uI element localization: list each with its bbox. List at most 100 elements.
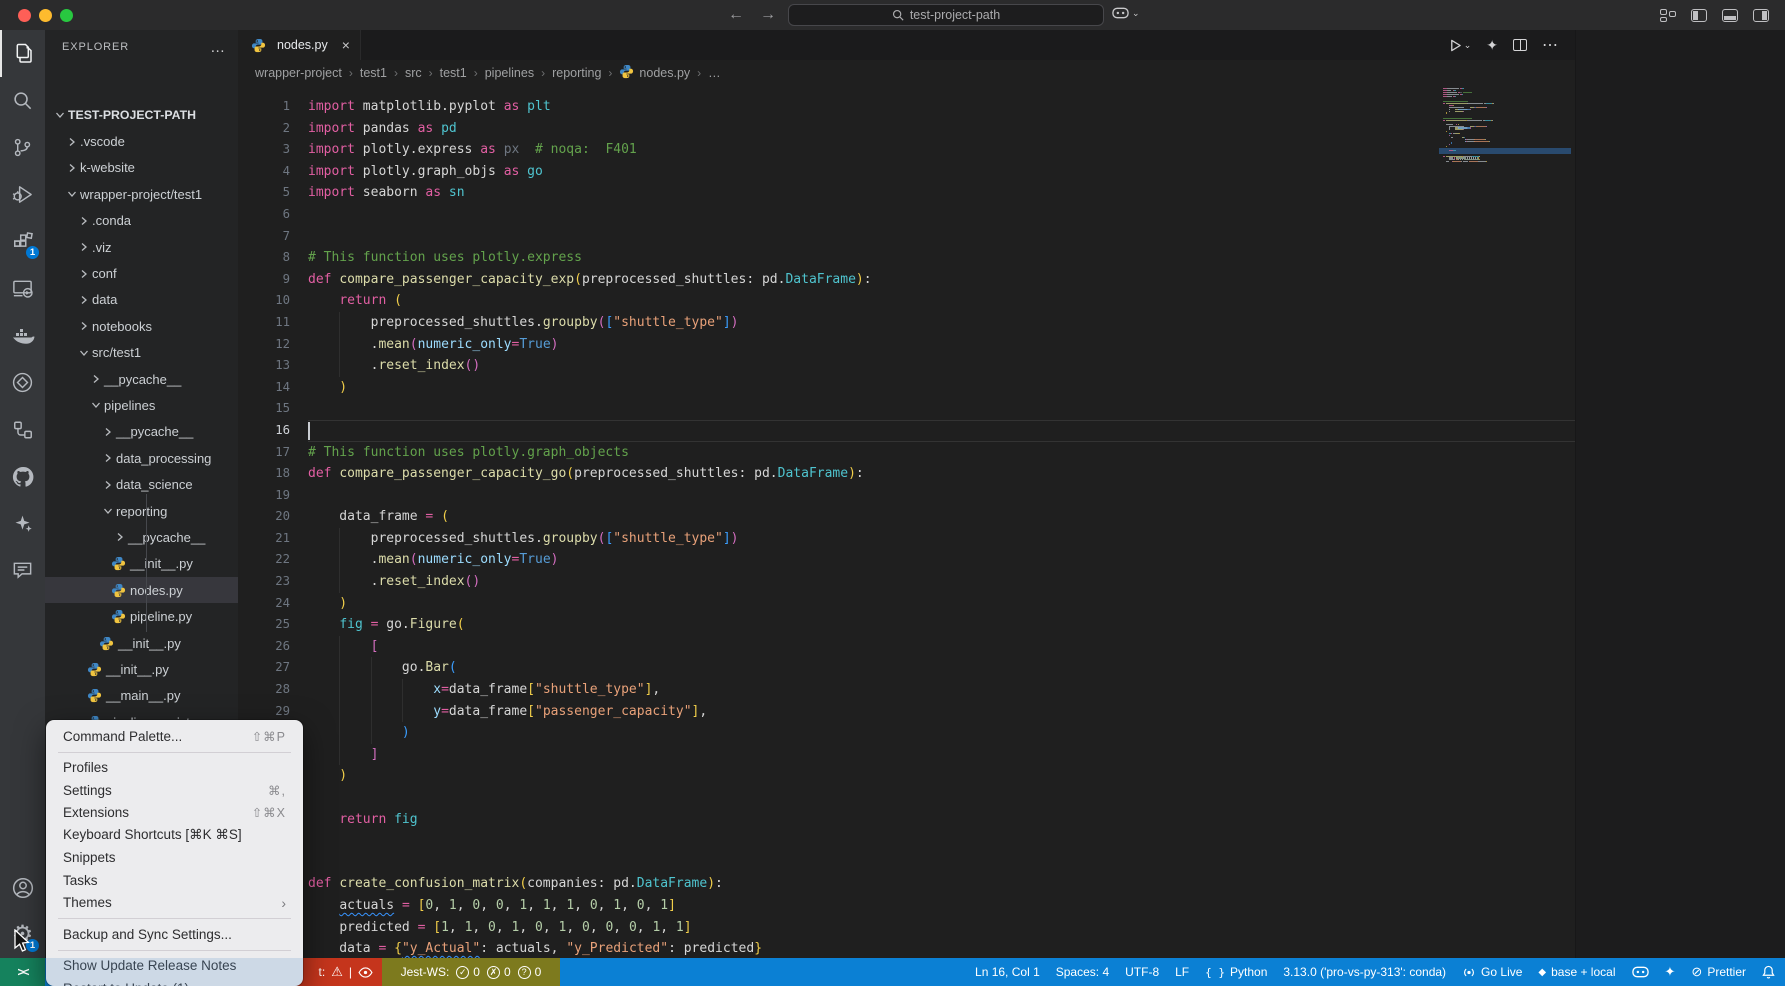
menu-item-restart-to-update-1-[interactable]: Restart to Update (1) [46, 977, 303, 986]
status-notifications[interactable] [1762, 965, 1775, 979]
navigate-back-button[interactable]: ← [728, 6, 744, 24]
activity-docker[interactable] [0, 312, 45, 359]
customize-layout-button[interactable] [1660, 9, 1676, 22]
breadcrumb-item[interactable]: test1 [440, 66, 467, 80]
remote-indicator[interactable]: >< [0, 958, 45, 986]
tree-item-data-processing[interactable]: data_processing [45, 445, 238, 471]
explorer-more-actions-button[interactable]: … [210, 39, 226, 56]
tree-item--vscode[interactable]: .vscode [45, 128, 238, 154]
split-editor-button[interactable] [1513, 39, 1527, 51]
menu-item-extensions[interactable]: Extensions⇧⌘X [46, 802, 303, 825]
breadcrumb-item[interactable]: pipelines [485, 66, 534, 80]
code-editor[interactable]: 1import matplotlib.pyplot as plt2import … [238, 86, 1575, 958]
menu-item-tasks[interactable]: Tasks [46, 869, 303, 892]
status-indentation[interactable]: Spaces: 4 [1056, 965, 1109, 979]
close-window-button[interactable] [18, 9, 31, 22]
status-eol[interactable]: LF [1175, 965, 1189, 979]
breadcrumb-item[interactable]: test1 [360, 66, 387, 80]
activity-run-debug[interactable] [0, 171, 45, 218]
tree-item-nodes-py[interactable]: nodes.py [45, 577, 238, 603]
activity-settings[interactable]: ⚙1 [0, 911, 45, 958]
jest-status-item[interactable]: Jest-WS: ✓0✗0?0 [382, 958, 560, 986]
status-prettier[interactable]: ⊘Prettier [1691, 964, 1746, 980]
tree-item--pycache-[interactable]: __pycache__ [45, 419, 238, 445]
tree-item-pipeline-py[interactable]: pipeline.py [45, 603, 238, 629]
menu-item-keyboard-shortcuts-k-s-[interactable]: Keyboard Shortcuts [⌘K ⌘S] [46, 824, 303, 847]
code-token: , [566, 920, 582, 935]
status-cursor-position[interactable]: Ln 16, Col 1 [975, 965, 1040, 979]
tab-bar: nodes.py × ⌄ ✦ ⋯ [238, 30, 1575, 60]
menu-item-snippets[interactable]: Snippets [46, 847, 303, 870]
activity-extensions[interactable]: 1 [0, 218, 45, 265]
close-tab-icon[interactable]: × [342, 37, 350, 53]
breadcrumb-item[interactable]: src [405, 66, 422, 80]
activity-sparkle[interactable] [0, 500, 45, 547]
tree-item-notebooks[interactable]: notebooks [45, 313, 238, 339]
navigate-forward-button[interactable]: → [760, 6, 776, 24]
breadcrumb-item[interactable]: nodes.py [619, 64, 690, 82]
tree-item-test-project-path[interactable]: TEST-PROJECT-PATH [45, 102, 238, 128]
activity-source-control[interactable] [0, 124, 45, 171]
tree-item--pycache-[interactable]: __pycache__ [45, 366, 238, 392]
tree-item-conf[interactable]: conf [45, 260, 238, 286]
status-sparkle[interactable]: ✦ [1665, 964, 1676, 980]
zoom-window-button[interactable] [60, 9, 73, 22]
tree-item--viz[interactable]: .viz [45, 234, 238, 260]
more-actions-button[interactable]: ⋯ [1542, 35, 1559, 55]
minimap[interactable] [1443, 88, 1569, 163]
menu-item-command-palette-[interactable]: Command Palette...⇧⌘P [46, 725, 303, 748]
status-python-interpreter[interactable]: 3.13.0 ('pro-vs-py-313': conda) [1283, 965, 1446, 979]
tree-item--conda[interactable]: .conda [45, 208, 238, 234]
tree-item-data[interactable]: data [45, 287, 238, 313]
menu-item-profiles[interactable]: Profiles [46, 757, 303, 780]
tree-item-pipelines[interactable]: pipelines [45, 392, 238, 418]
toggle-panel-button[interactable] [1722, 9, 1738, 22]
tab-nodes-py[interactable]: nodes.py × [238, 30, 361, 60]
minimap-token [1454, 161, 1461, 162]
sparkle-icon[interactable]: ✦ [1486, 37, 1498, 54]
menu-item-settings[interactable]: Settings⌘, [46, 779, 303, 802]
copilot-menu-button[interactable]: ⌄ [1112, 7, 1140, 19]
tree-item-label: reporting [116, 504, 167, 519]
menu-item-backup-and-sync-settings-[interactable]: Backup and Sync Settings... [46, 923, 303, 946]
toggle-secondary-sidebar-button[interactable] [1753, 9, 1769, 22]
status-copilot[interactable] [1632, 966, 1649, 978]
menu-item-show-update-release-notes[interactable]: Show Update Release Notes [46, 955, 303, 978]
breadcrumb-item[interactable]: wrapper-project [255, 66, 342, 80]
tree-item--init-py[interactable]: __init__.py [45, 551, 238, 577]
tree-item-data-science[interactable]: data_science [45, 471, 238, 497]
tree-item--init-py[interactable]: __init__.py [45, 630, 238, 656]
command-center-search[interactable]: test-project-path [788, 4, 1104, 26]
tree-item--pycache-[interactable]: __pycache__ [45, 524, 238, 550]
toggle-primary-sidebar-button[interactable] [1691, 9, 1707, 22]
code-line-content: data_frame = ( [308, 506, 1575, 528]
line-number: 17 [238, 442, 290, 464]
menu-item-themes[interactable]: Themes› [46, 892, 303, 915]
tree-item--init-py[interactable]: __init__.py [45, 656, 238, 682]
minimize-window-button[interactable] [39, 9, 52, 22]
run-python-file-button[interactable]: ⌄ [1449, 39, 1472, 52]
status-language-mode[interactable]: { }Python [1205, 965, 1267, 979]
activity-search[interactable] [0, 77, 45, 124]
breadcrumb-item[interactable]: reporting [552, 66, 601, 80]
activity-explorer[interactable] [0, 30, 45, 77]
code-token: go. [386, 617, 409, 632]
status-encoding[interactable]: UTF-8 [1125, 965, 1159, 979]
code-token: seaborn [355, 185, 425, 200]
status-go-live[interactable]: Go Live [1462, 965, 1522, 979]
tree-item-src-test1[interactable]: src/test1 [45, 340, 238, 366]
run-dropdown-chevron-icon[interactable]: ⌄ [1464, 40, 1472, 51]
tree-item-wrapper-project-test1[interactable]: wrapper-project/test1 [45, 181, 238, 207]
activity-github[interactable] [0, 453, 45, 500]
activity-account[interactable] [0, 864, 45, 911]
tree-item-reporting[interactable]: reporting [45, 498, 238, 524]
status-env[interactable]: ◆base + local [1538, 965, 1615, 979]
activity-kedro[interactable] [0, 359, 45, 406]
activity-feedback[interactable] [0, 547, 45, 594]
tree-item-k-website[interactable]: k-website [45, 155, 238, 181]
activity-flow[interactable] [0, 406, 45, 453]
tree-item--main-py[interactable]: __main__.py [45, 683, 238, 709]
breadcrumb-item[interactable]: … [708, 66, 721, 80]
code-line-content: ) [308, 765, 1575, 787]
activity-remote-explorer[interactable] [0, 265, 45, 312]
